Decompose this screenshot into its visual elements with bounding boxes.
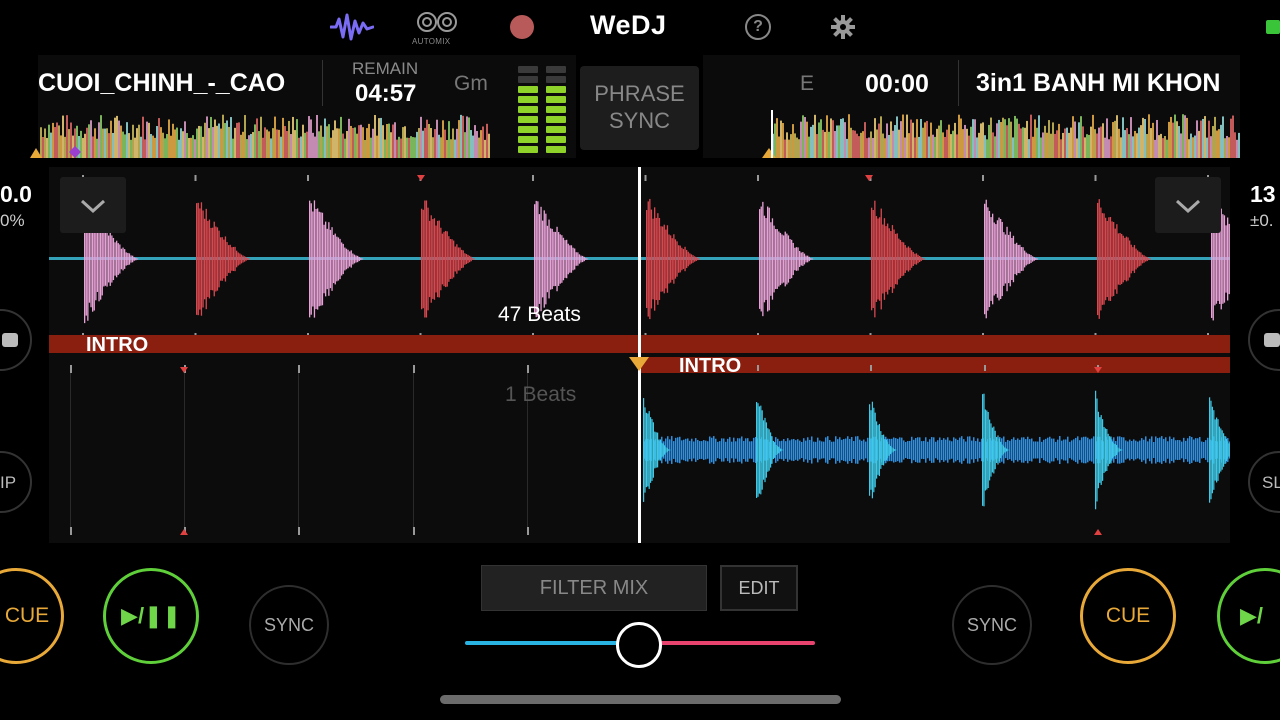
- deck-a-beat-count: 47 Beats: [498, 303, 581, 326]
- deck-b-cue-label: CUE: [1105, 604, 1151, 627]
- deck-a-collapse-button[interactable]: [60, 177, 126, 233]
- deck-b-overview-waveform[interactable]: [772, 110, 1240, 158]
- zoomed-waveforms[interactable]: [49, 167, 1230, 543]
- deck-b-beat-count: 1 Beats: [505, 383, 577, 406]
- deck-a-play-pause-button[interactable]: ▶/❚❚: [103, 568, 199, 664]
- deck-a-pitch-readout: 0.0 0%: [0, 182, 32, 233]
- deck-a-sync-button[interactable]: SYNC: [249, 585, 329, 665]
- deck-b-pitch-readout: 13 ±0.: [1250, 182, 1276, 233]
- stop-icon: [1264, 333, 1280, 347]
- divider: [958, 60, 959, 106]
- deck-b-playhead: [771, 110, 773, 158]
- phrase-sync-button[interactable]: PHRASE SYNC: [580, 66, 699, 150]
- deck-a-side-label: IP: [0, 473, 17, 492]
- home-indicator[interactable]: [440, 695, 841, 704]
- deck-b-slip-button[interactable]: SL: [1248, 451, 1280, 513]
- deck-b-pitch-range: ±0.: [1250, 211, 1274, 230]
- deck-b-sync-label: SYNC: [966, 614, 1017, 635]
- deck-a-level-meter: [518, 66, 566, 153]
- settings-gear-icon[interactable]: [831, 15, 855, 39]
- deck-a-sync-label: SYNC: [263, 614, 314, 635]
- deck-a-key: Gm: [454, 72, 488, 95]
- play-pause-icon: ▶/❚❚: [121, 603, 181, 628]
- deck-b-collapse-button[interactable]: [1155, 177, 1221, 233]
- deck-a-overview-waveform[interactable]: [40, 110, 490, 158]
- deck-a-cue-markers: [30, 146, 81, 158]
- deck-a-track-title[interactable]: CUOI_CHINH_-_CAO: [38, 69, 304, 98]
- deck-b-time[interactable]: 00:00: [865, 70, 929, 99]
- battery-icon: [1266, 20, 1280, 34]
- help-icon[interactable]: ?: [745, 14, 771, 40]
- deck-b-cue-button[interactable]: CUE: [1080, 568, 1176, 664]
- deck-a-skip-button[interactable]: IP: [0, 451, 32, 513]
- phrase-sync-line1: PHRASE: [594, 81, 685, 106]
- filter-mix-label: FILTER MIX: [539, 576, 649, 599]
- deck-b-play-pause-button[interactable]: ▶/: [1217, 568, 1280, 664]
- waveform-icon[interactable]: [330, 13, 374, 41]
- crossfader-knob[interactable]: [616, 622, 662, 668]
- app-logo: WeDJ: [590, 10, 667, 40]
- deck-a-remain-label: REMAIN: [352, 59, 419, 78]
- deck-b-side-button[interactable]: [1248, 309, 1280, 371]
- deck-b-phrase-label: INTRO: [679, 355, 742, 377]
- deck-b-sync-button[interactable]: SYNC: [952, 585, 1032, 665]
- automix-icon[interactable]: [416, 10, 458, 34]
- deck-a-side-button[interactable]: [0, 309, 32, 371]
- deck-b-track-title[interactable]: 3in1 BANH MI KHON: [976, 69, 1240, 98]
- play-pause-icon: ▶/: [1240, 603, 1264, 628]
- chevron-down-icon: [80, 199, 106, 214]
- deck-b-side-label: SL: [1262, 473, 1280, 492]
- stop-icon: [2, 333, 18, 347]
- chevron-down-icon: [1175, 199, 1201, 214]
- edit-label: EDIT: [738, 577, 780, 598]
- edit-button[interactable]: EDIT: [720, 565, 798, 611]
- crossfader-track-left[interactable]: [465, 641, 622, 645]
- deck-b-cue-marker: [762, 148, 776, 158]
- automix-label: AUTOMIX: [412, 37, 451, 46]
- deck-b-key: E: [800, 72, 815, 95]
- crossfader-track-right[interactable]: [656, 641, 815, 645]
- deck-a-remain-time[interactable]: 04:57: [355, 80, 416, 108]
- record-icon[interactable]: [510, 15, 534, 39]
- deck-a-pitch-value: 0.0: [0, 181, 32, 207]
- phrase-sync-line2: SYNC: [608, 108, 671, 133]
- divider: [322, 60, 323, 106]
- filter-mix-button[interactable]: FILTER MIX: [481, 565, 707, 611]
- deck-a-cue-button[interactable]: CUE: [0, 568, 64, 664]
- deck-a-phrase-label: INTRO: [86, 334, 149, 356]
- deck-b-pitch-value: 13: [1250, 181, 1276, 207]
- deck-a-pitch-range: 0%: [0, 211, 25, 230]
- deck-a-cue-label: CUE: [4, 604, 50, 627]
